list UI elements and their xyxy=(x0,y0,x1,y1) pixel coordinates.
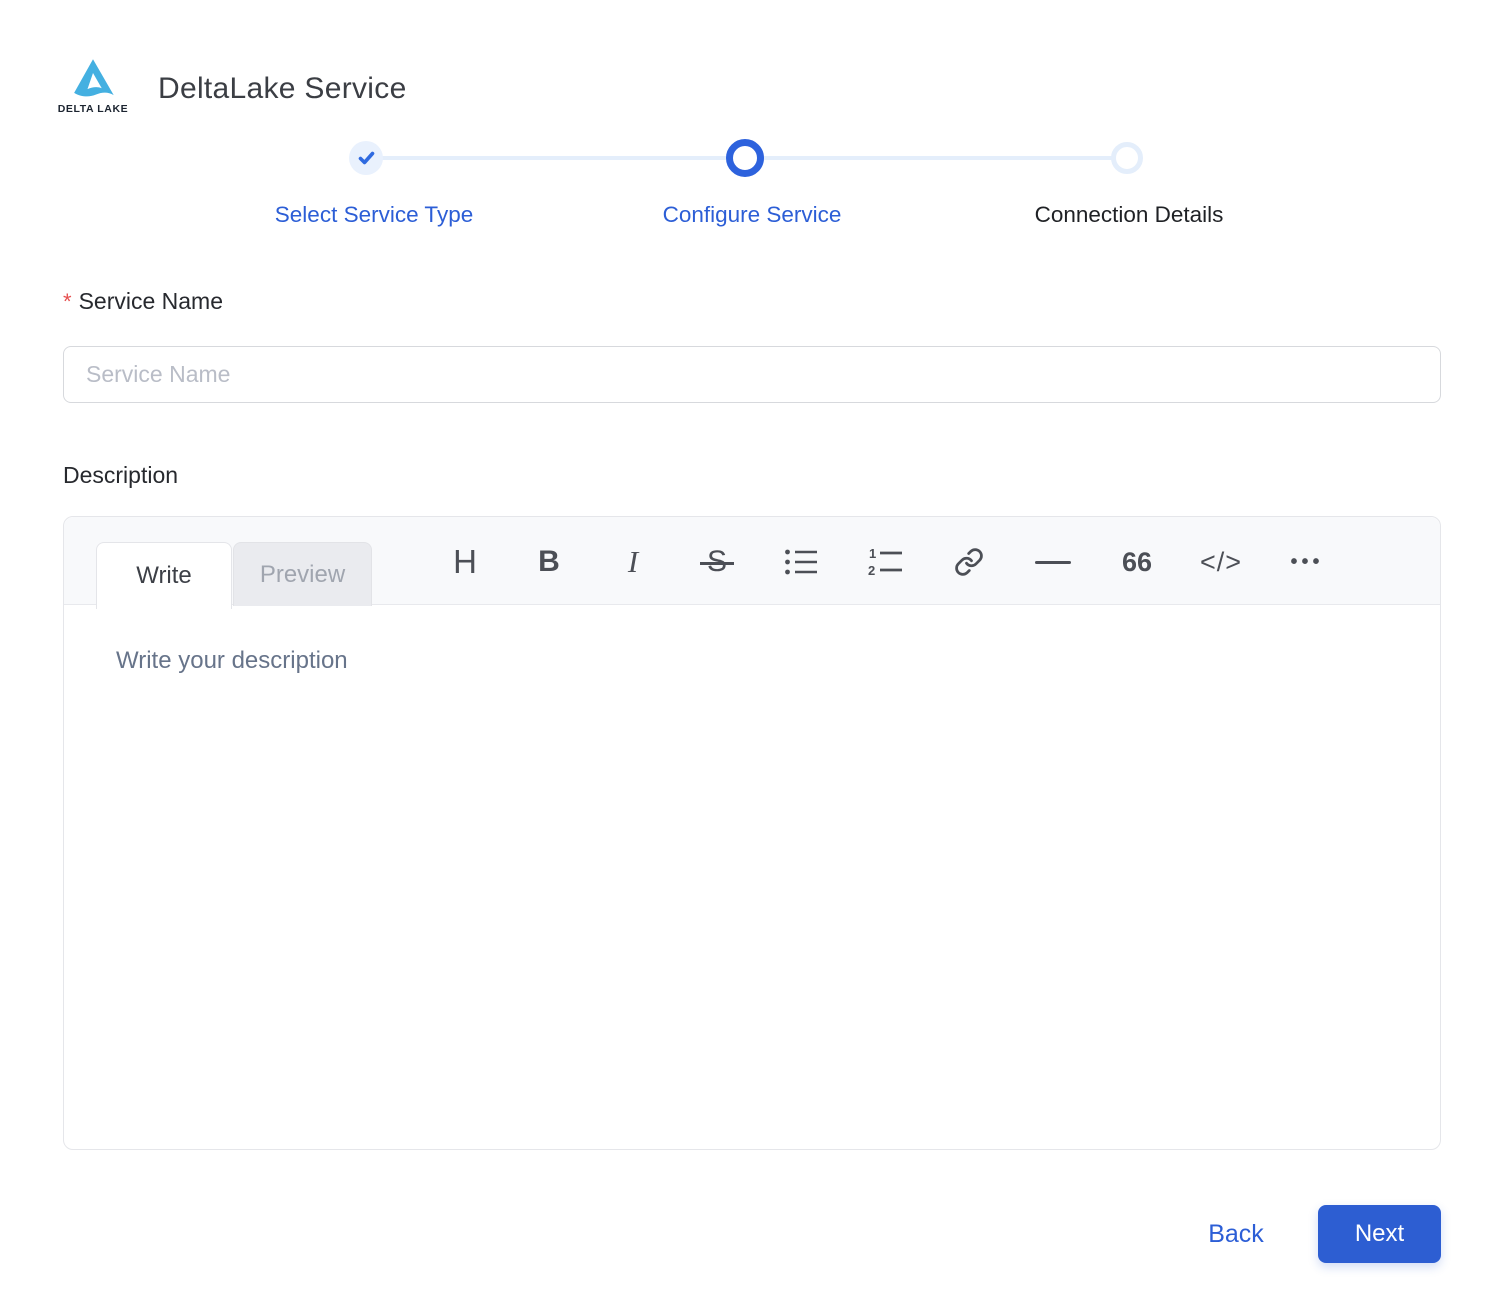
step-label-configure-service: Configure Service xyxy=(663,202,842,228)
back-button[interactable]: Back xyxy=(1186,1216,1286,1252)
step-label-select-service-type: Select Service Type xyxy=(275,202,473,228)
deltalake-logo: DELTA LAKE xyxy=(55,58,131,115)
italic-icon: I xyxy=(628,544,638,580)
heading-icon: H xyxy=(453,543,477,581)
step-circle-configure-service xyxy=(726,139,764,177)
svg-text:1: 1 xyxy=(869,546,876,561)
step-label-connection-details: Connection Details xyxy=(1035,202,1224,228)
bold-button[interactable]: B xyxy=(507,536,591,588)
tab-write[interactable]: Write xyxy=(96,542,232,609)
step-circle-connection-details xyxy=(1111,142,1143,174)
page-title: DeltaLake Service xyxy=(158,72,407,106)
link-icon xyxy=(954,547,984,577)
quote-button[interactable]: 66 xyxy=(1095,536,1179,588)
editor-header: Write Preview H B I S xyxy=(64,517,1440,605)
code-icon: </> xyxy=(1200,547,1242,578)
service-name-input[interactable] xyxy=(63,346,1441,403)
horizontal-rule-button[interactable] xyxy=(1011,536,1095,588)
description-label: Description xyxy=(63,462,178,489)
code-button[interactable]: </> xyxy=(1179,536,1263,588)
editor-toolbar: H B I S xyxy=(423,536,1347,588)
horizontal-rule-icon xyxy=(1035,561,1071,564)
service-name-label: * Service Name xyxy=(63,288,223,315)
quote-icon: 66 xyxy=(1122,547,1152,578)
ordered-list-button[interactable]: 1 2 xyxy=(843,536,927,588)
unordered-list-icon xyxy=(784,547,818,577)
strikethrough-button[interactable]: S xyxy=(675,536,759,588)
editor-body xyxy=(64,605,1440,1149)
configure-service-page: DELTA LAKE DeltaLake Service Select Serv… xyxy=(0,0,1506,1316)
strikethrough-icon: S xyxy=(707,545,727,579)
check-icon xyxy=(357,150,376,166)
bold-icon: B xyxy=(538,545,560,579)
unordered-list-button[interactable] xyxy=(759,536,843,588)
italic-button[interactable]: I xyxy=(591,536,675,588)
more-button[interactable]: ••• xyxy=(1263,536,1347,588)
service-name-label-text: Service Name xyxy=(79,288,223,314)
link-button[interactable] xyxy=(927,536,1011,588)
ordered-list-icon: 1 2 xyxy=(867,546,903,578)
svg-text:2: 2 xyxy=(868,563,875,578)
deltalake-triangle-icon xyxy=(70,58,116,101)
more-icon: ••• xyxy=(1286,551,1323,574)
next-button[interactable]: Next xyxy=(1318,1205,1441,1263)
step-circle-select-service-type xyxy=(349,141,383,175)
tab-preview[interactable]: Preview xyxy=(233,542,372,606)
required-asterisk: * xyxy=(63,289,72,314)
description-textarea[interactable] xyxy=(64,605,1440,1149)
logo-caption: DELTA LAKE xyxy=(55,103,131,115)
description-editor: Write Preview H B I S xyxy=(63,516,1441,1150)
heading-button[interactable]: H xyxy=(423,536,507,588)
